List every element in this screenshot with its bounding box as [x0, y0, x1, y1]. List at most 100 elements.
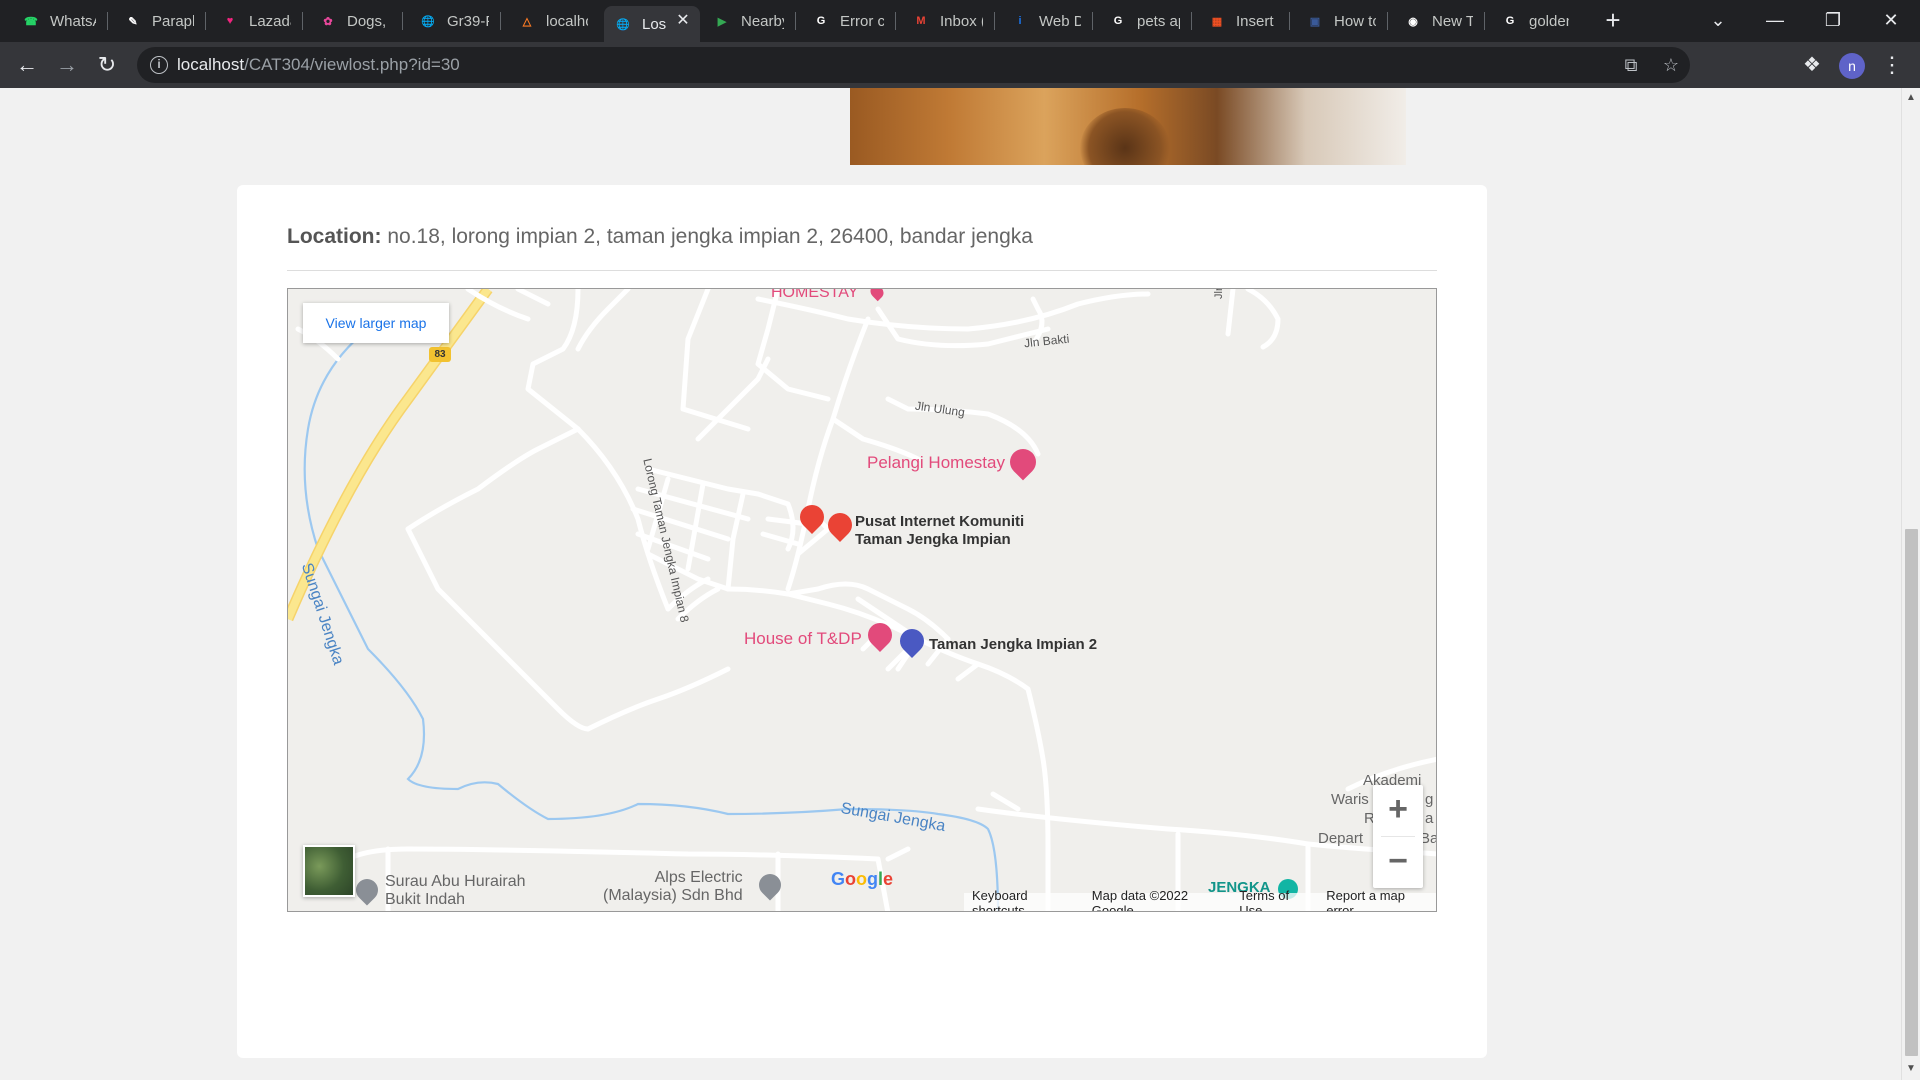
lost-pet-photo — [850, 88, 1406, 165]
map-label-alps-electric[interactable]: Alps Electric (Malaysia) Sdn Bhd — [603, 869, 743, 905]
url-host: localhost — [177, 55, 245, 74]
google-icon: G — [1113, 15, 1123, 27]
back-button[interactable]: ← — [13, 51, 41, 79]
scroll-up-arrow-icon[interactable]: ▲ — [1906, 92, 1916, 103]
browser-tab[interactable]: Gpets ap — [1099, 6, 1186, 36]
location-address: no.18, lorong impian 2, taman jengka imp… — [387, 225, 1033, 248]
tab-label: localho — [546, 12, 588, 30]
keyboard-shortcuts-link[interactable]: Keyboard shortcuts — [972, 888, 1076, 911]
tab-label: pets ap — [1137, 12, 1180, 30]
map-label-depart: Depart — [1318, 830, 1364, 847]
profile-avatar[interactable]: n — [1839, 53, 1865, 79]
map-label-a-letter: a — [1425, 810, 1434, 827]
restore-window-icon[interactable]: ❐ — [1810, 0, 1856, 40]
report-map-error-link[interactable]: Report a map error — [1326, 888, 1428, 911]
browser-tab[interactable]: ▣ How to — [1296, 6, 1382, 36]
browser-tab[interactable]: △ localho — [508, 6, 594, 36]
site-icon: ▣ — [1309, 15, 1321, 28]
gsuite-icon: ▶ — [717, 15, 727, 28]
url-text[interactable]: localhost/CAT304/viewlost.php?id=30 — [177, 55, 460, 75]
paw-icon: ✿ — [323, 15, 333, 28]
browser-tab[interactable]: G Error cc — [802, 6, 890, 36]
route-83-shield: 83 — [429, 347, 451, 362]
browser-tab-bar: ☎ WhatsA ✎ Paraphi ♥ Lazada ✿ Dogs, C 🌐 Gr39-Fi △ l… — [0, 0, 1920, 42]
tab-label: Paraphi — [152, 12, 194, 30]
new-tab-button[interactable]: + — [1599, 7, 1627, 35]
map-label-waris: Waris — [1331, 791, 1369, 808]
map-label-jln-b: Jln B — [1213, 289, 1225, 299]
map-label-taman-jengka-impian-2[interactable]: Taman Jengka Impian 2 — [929, 636, 1097, 653]
terms-of-use-link[interactable]: Terms of Use — [1239, 888, 1310, 911]
tab-label: Lazada — [249, 12, 291, 30]
close-tab-icon[interactable]: ✕ — [674, 12, 692, 30]
microsoft-icon: ▦ — [1211, 15, 1223, 28]
zoom-in-button[interactable]: + — [1373, 785, 1423, 835]
embedded-map[interactable]: HOMESTAY Jln B Jln Bakti 83 Jln Ulung Pe… — [287, 288, 1437, 912]
browser-tab[interactable]: i Web D — [1001, 6, 1087, 36]
pusat-line2: Taman Jengka Impian — [855, 531, 1011, 548]
tab-separator — [1092, 12, 1093, 30]
location-label: Location: — [287, 225, 382, 248]
tab-separator — [1387, 12, 1388, 30]
map-label-pusat-internet[interactable]: Pusat Internet Komuniti Taman Jengka Imp… — [855, 513, 1024, 549]
tab-separator — [994, 12, 995, 30]
zoom-out-button[interactable]: − — [1373, 837, 1423, 887]
browser-tab[interactable]: ♥ Lazada — [211, 6, 297, 36]
browser-tab[interactable]: ▶ Nearby — [703, 6, 790, 36]
tab-separator — [205, 12, 206, 30]
tab-label: Insert a — [1236, 12, 1278, 30]
location-card: Location: no.18, lorong impian 2, taman … — [237, 185, 1487, 1058]
site-info-icon[interactable]: i — [150, 56, 168, 74]
bookmark-star-icon[interactable]: ☆ — [1659, 53, 1683, 77]
reload-button[interactable]: ↻ — [93, 51, 121, 79]
url-path: /CAT304/viewlost.php?id=30 — [244, 55, 460, 74]
address-bar[interactable]: i localhost/CAT304/viewlost.php?id=30 ⧉ … — [137, 47, 1690, 83]
close-window-icon[interactable]: ✕ — [1868, 0, 1914, 40]
satellite-layer-toggle[interactable] — [303, 845, 355, 897]
pusat-line1: Pusat Internet Komuniti — [855, 513, 1025, 530]
extensions-icon[interactable]: ❖ — [1798, 51, 1826, 79]
browser-tab[interactable]: ✎ Paraphi — [114, 6, 200, 36]
map-label-pelangi-homestay[interactable]: Pelangi Homestay — [867, 453, 1005, 473]
location-line: Location: no.18, lorong impian 2, taman … — [287, 225, 1033, 249]
forward-button[interactable]: → — [53, 51, 81, 79]
tab-separator — [500, 12, 501, 30]
share-icon[interactable]: ⧉ — [1619, 53, 1643, 77]
tab-separator — [302, 12, 303, 30]
alps-line2: (Malaysia) Sdn Bhd — [603, 887, 743, 904]
page-scrollbar[interactable]: ▲ ▼ — [1901, 88, 1920, 1080]
browser-tab[interactable]: Ggolden — [1491, 6, 1575, 36]
map-label-homestay-top[interactable]: HOMESTAY — [771, 289, 858, 302]
surau-line1: Surau Abu Hurairah — [385, 873, 526, 890]
scroll-down-arrow-icon[interactable]: ▼ — [1906, 1063, 1916, 1074]
browser-tab[interactable]: ☎ WhatsA — [12, 6, 102, 36]
alps-line1: Alps Electric — [654, 869, 743, 886]
google-logo: GoogleGoogle — [831, 869, 893, 890]
tab-separator — [1484, 12, 1485, 30]
minimize-window-icon[interactable]: — — [1752, 0, 1798, 40]
menu-kebab-icon[interactable]: ⋮ — [1878, 51, 1906, 79]
browser-tab[interactable]: ◉ New Ta — [1394, 6, 1479, 36]
tab-separator — [1191, 12, 1192, 30]
info-icon: i — [1018, 15, 1022, 27]
tab-label: Web D — [1039, 12, 1081, 30]
tab-separator — [795, 12, 796, 30]
map-label-surau[interactable]: Surau Abu Hurairah Bukit Indah — [385, 873, 526, 909]
view-larger-map-link[interactable]: View larger map — [303, 303, 449, 343]
tab-search-icon[interactable]: ⌄ — [1695, 0, 1741, 40]
lazada-icon: ♥ — [226, 15, 234, 27]
browser-tab[interactable]: 🌐 Gr39-Fi — [409, 6, 495, 36]
map-label-house-of-tdp[interactable]: House of T&DP — [744, 629, 862, 649]
gmail-icon: M — [916, 15, 926, 27]
google-icon: G — [1505, 15, 1515, 27]
divider — [287, 270, 1437, 271]
whatsapp-icon: ☎ — [24, 15, 38, 28]
globe-icon: 🌐 — [616, 18, 630, 31]
browser-tab[interactable]: ▦ Insert a — [1198, 6, 1284, 36]
browser-tab[interactable]: 🌐 Los ✕ — [604, 6, 700, 42]
tab-separator — [402, 12, 403, 30]
browser-tab[interactable]: ✿ Dogs, C — [309, 6, 397, 36]
tab-separator — [895, 12, 896, 30]
scroll-thumb[interactable] — [1905, 529, 1918, 1056]
browser-tab[interactable]: M Inbox ( — [902, 6, 989, 36]
